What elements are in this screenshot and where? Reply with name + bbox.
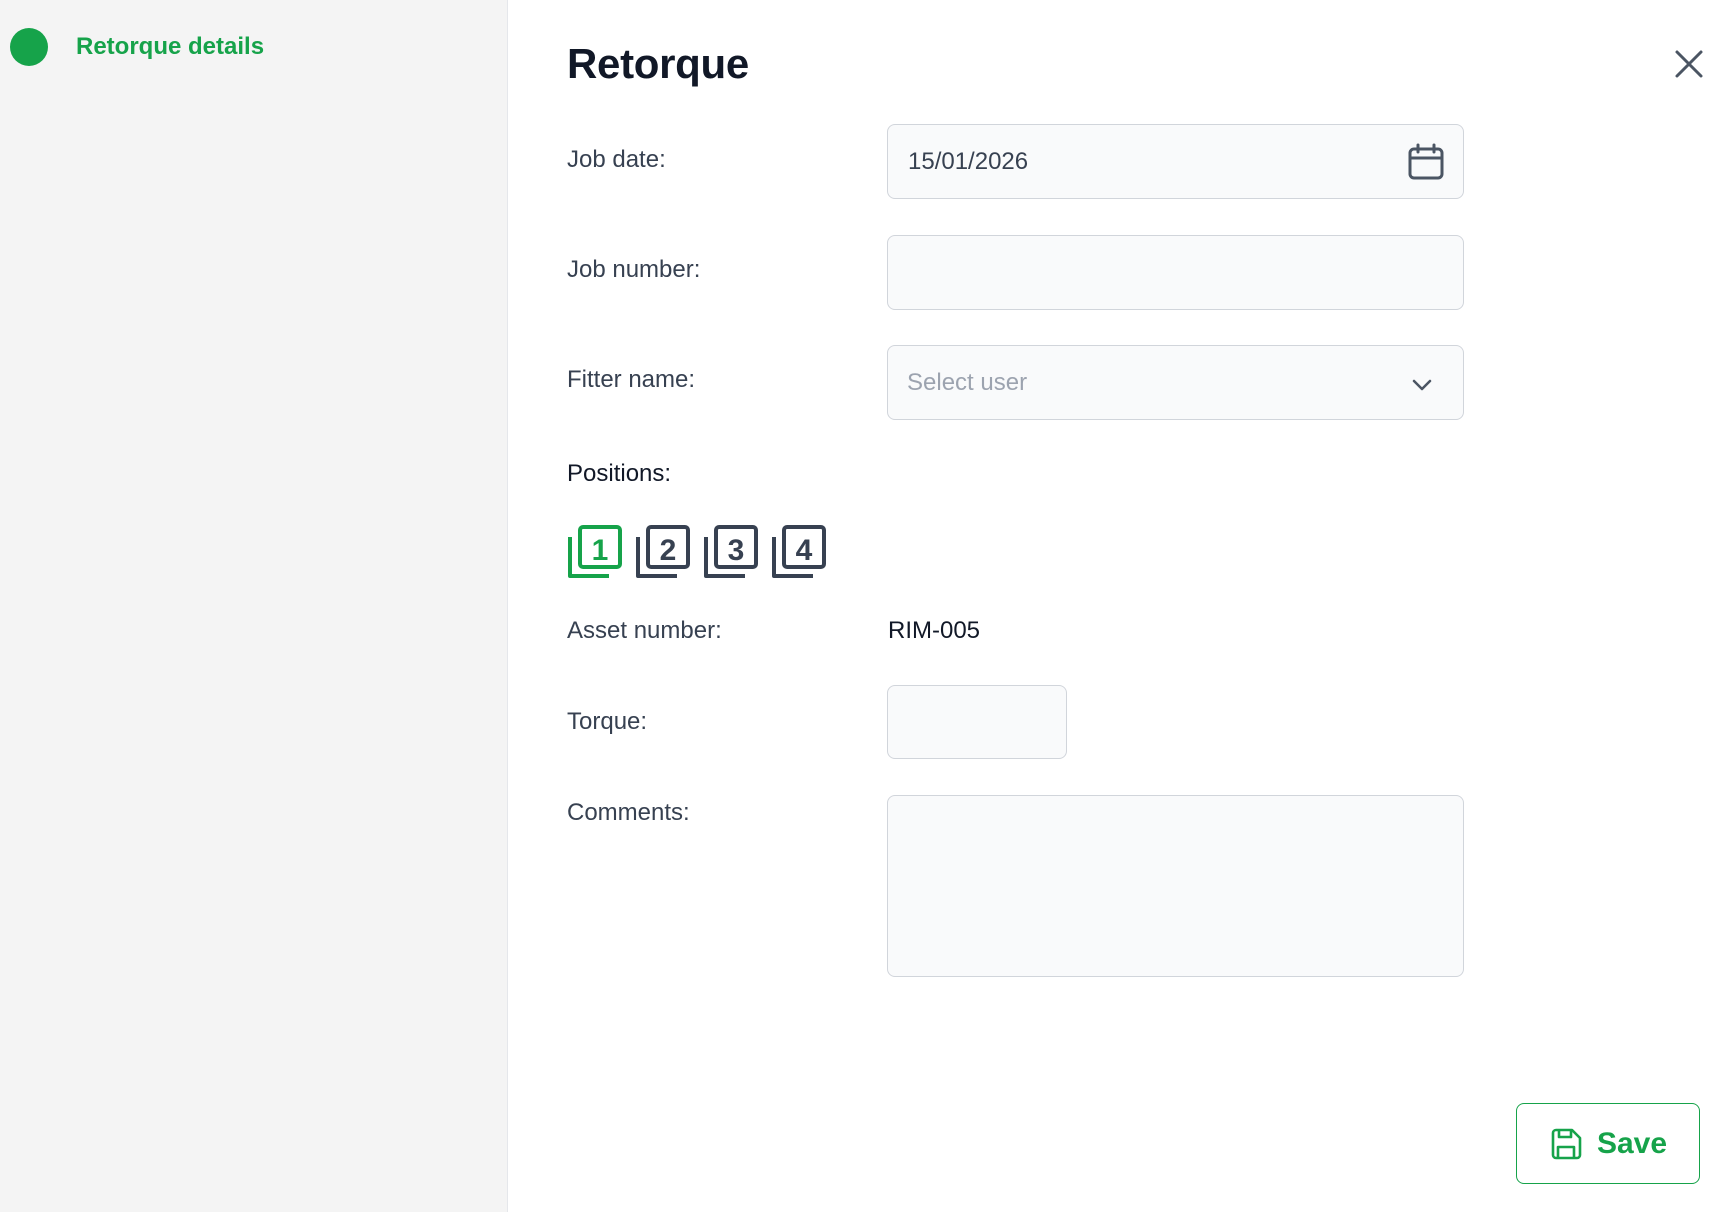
position-1-icon[interactable]: 1 [567, 524, 623, 580]
job-date-label: Job date: [567, 146, 666, 173]
form-panel: Retorque Job date: 15/01/2026 Job number… [509, 0, 1712, 1212]
positions-selector: 1 2 3 4 [567, 524, 839, 580]
svg-text:1: 1 [592, 534, 609, 567]
svg-text:3: 3 [728, 534, 745, 567]
sidebar-step-retorque-details[interactable]: Retorque details [10, 28, 264, 66]
positions-label: Positions: [567, 460, 672, 487]
retorque-app: Retorque details Retorque Job date: 15/0… [0, 0, 1712, 1212]
close-button[interactable] [1671, 46, 1707, 82]
job-date-field[interactable]: 15/01/2026 [887, 124, 1464, 199]
job-number-label: Job number: [567, 256, 701, 283]
calendar-icon[interactable] [1407, 143, 1445, 181]
comments-label: Comments: [567, 799, 690, 826]
fitter-name-label: Fitter name: [567, 366, 696, 393]
save-button[interactable]: Save [1516, 1103, 1700, 1184]
job-date-value: 15/01/2026 [908, 147, 1029, 175]
sidebar: Retorque details [0, 0, 508, 1212]
page-title: Retorque [567, 40, 749, 87]
comments-textarea[interactable] [887, 795, 1464, 977]
position-3-icon[interactable]: 3 [703, 524, 759, 580]
save-button-label: Save [1596, 1126, 1668, 1160]
torque-label: Torque: [567, 708, 648, 735]
svg-text:4: 4 [796, 534, 813, 567]
fitter-name-select[interactable]: Select user [887, 345, 1464, 420]
chevron-down-icon [1412, 379, 1432, 391]
position-2-icon[interactable]: 2 [635, 524, 691, 580]
svg-text:2: 2 [660, 534, 677, 567]
asset-number-value: RIM-005 [888, 617, 981, 644]
position-4-icon[interactable]: 4 [771, 524, 827, 580]
close-icon [1675, 50, 1703, 78]
sidebar-step-label: Retorque details [76, 33, 265, 60]
job-number-input[interactable] [887, 235, 1464, 310]
torque-input[interactable] [887, 685, 1067, 759]
asset-number-label: Asset number: [567, 617, 722, 644]
fitter-name-placeholder: Select user [907, 368, 1028, 396]
save-icon [1551, 1128, 1582, 1159]
step-indicator-dot [10, 28, 48, 66]
